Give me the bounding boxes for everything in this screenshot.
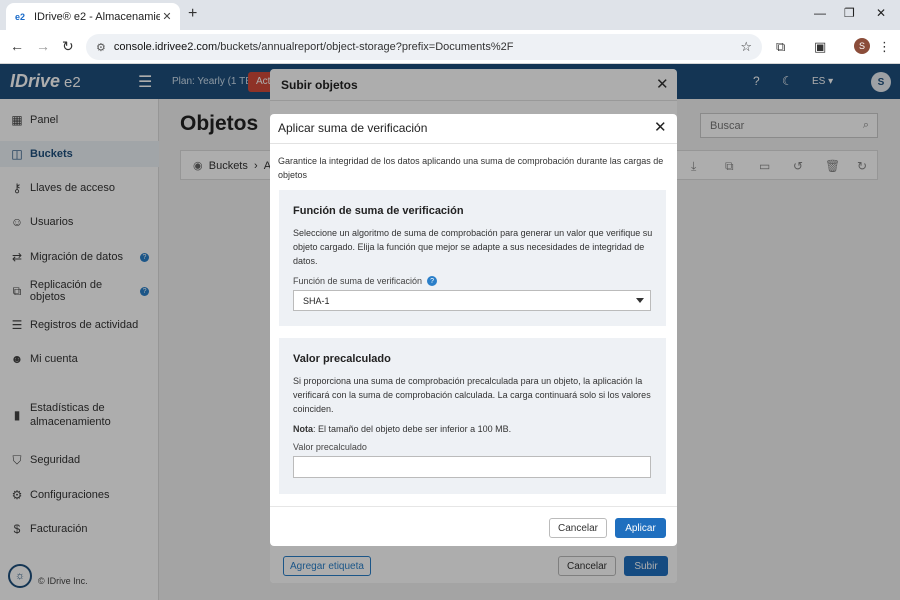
precalculated-value-input[interactable] bbox=[293, 456, 651, 478]
section-title: Función de suma de verificación bbox=[293, 205, 464, 217]
checksum-intro: Garantice la integridad de los datos apl… bbox=[278, 156, 664, 180]
section-description: Seleccione un algoritmo de suma de compr… bbox=[293, 228, 653, 266]
checksum-modal-title: Aplicar suma de verificación bbox=[278, 121, 428, 135]
checksum-modal-header: Aplicar suma de verificación ✕ bbox=[270, 114, 677, 144]
checksum-function-select[interactable]: SHA-1 bbox=[293, 290, 651, 311]
tab-close-icon[interactable]: ✕ bbox=[160, 10, 174, 23]
forward-icon[interactable]: → bbox=[36, 38, 50, 54]
url-input[interactable]: ⚙ console.idrivee2.com/buckets/annualrep… bbox=[86, 34, 762, 60]
window-close-icon[interactable]: ✕ bbox=[876, 6, 886, 20]
address-bar: ← → ↻ ⚙ console.idrivee2.com/buckets/ann… bbox=[0, 30, 900, 64]
section-description: Si proporciona una suma de comprobación … bbox=[293, 376, 651, 414]
apply-button[interactable]: Aplicar bbox=[615, 518, 666, 538]
browser-tab[interactable]: e2 IDrive® e2 - Almacenamiento ... ✕ bbox=[6, 3, 180, 30]
minimize-icon[interactable]: — bbox=[814, 6, 826, 20]
help-icon[interactable]: ? bbox=[427, 276, 438, 286]
size-note: Nota: El tamaño del objeto debe ser infe… bbox=[293, 424, 512, 434]
reload-icon[interactable]: ↻ bbox=[62, 38, 74, 55]
browser-tabbar: e2 IDrive® e2 - Almacenamiento ... ✕ + —… bbox=[0, 0, 900, 30]
back-icon[interactable]: ← bbox=[10, 38, 24, 54]
site-favicon-icon: e2 bbox=[14, 11, 25, 22]
cancel-button[interactable]: Cancelar bbox=[549, 518, 607, 538]
extensions-icon[interactable]: ⧉ bbox=[776, 39, 785, 55]
profile-avatar[interactable]: S bbox=[854, 38, 870, 54]
url-path: /buckets/annualreport/object-storage?pre… bbox=[217, 41, 514, 53]
field-label: Función de suma de verificación? bbox=[293, 276, 438, 286]
browser-menu-icon[interactable]: ⋮ bbox=[878, 39, 891, 55]
reading-list-icon[interactable]: ▣ bbox=[814, 39, 826, 55]
field-label: Valor precalculado bbox=[293, 442, 367, 452]
site-info-icon[interactable]: ⚙ bbox=[96, 41, 106, 54]
close-icon[interactable]: ✕ bbox=[654, 118, 667, 136]
tab-title: IDrive® e2 - Almacenamiento ... bbox=[34, 10, 160, 23]
checksum-modal: Aplicar suma de verificación ✕ Garantice… bbox=[270, 114, 677, 546]
restore-icon[interactable]: ❐ bbox=[844, 6, 855, 20]
chevron-down-icon bbox=[636, 298, 644, 303]
checksum-function-panel: Función de suma de verificación Seleccio… bbox=[279, 190, 666, 326]
bookmark-star-icon[interactable]: ☆ bbox=[740, 39, 752, 55]
section-title: Valor precalculado bbox=[293, 353, 391, 365]
url-host: console.idrivee2.com bbox=[113, 41, 218, 53]
precalculated-panel: Valor precalculado Si proporciona una su… bbox=[279, 338, 666, 494]
checksum-modal-footer: Cancelar Aplicar bbox=[270, 506, 677, 546]
new-tab-icon[interactable]: + bbox=[188, 5, 197, 23]
